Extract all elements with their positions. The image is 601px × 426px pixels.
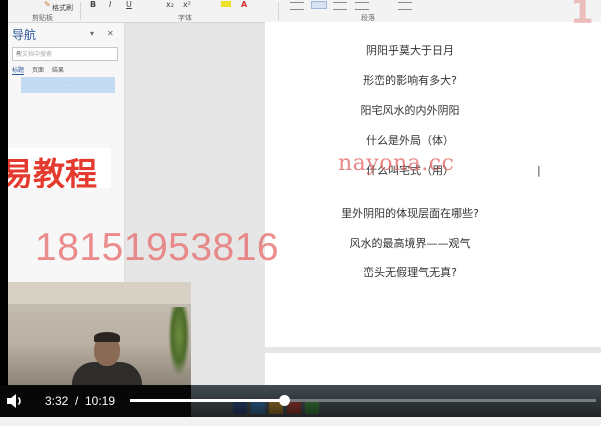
- video-player[interactable]: ✎ 格式刷 剪贴板 B I U x₂ x² A 字体 段落 导航 ▾ ✕ 搜文档…: [0, 0, 601, 426]
- nav-selected-heading[interactable]: ·: [21, 77, 115, 93]
- document-line: 什么是外局（体）: [366, 134, 454, 147]
- align-center-icon[interactable]: [311, 1, 327, 9]
- calligraphy-wall: [8, 282, 191, 304]
- progress-filled: [130, 399, 284, 402]
- tab-results[interactable]: 结果: [52, 67, 64, 74]
- page-bottom-strip: [0, 417, 601, 426]
- font-color-button[interactable]: A: [241, 0, 247, 9]
- format-painter-icon[interactable]: ✎: [44, 0, 51, 9]
- document-line: 阴阳乎莫大于日月: [366, 44, 454, 57]
- format-painter-label[interactable]: 格式刷: [52, 3, 73, 13]
- line-spacing-icon[interactable]: [398, 2, 412, 10]
- phone-number-overlay: 18151953816: [35, 226, 280, 269]
- presenter-hair: [94, 332, 120, 342]
- corner-overlay-text: 1: [570, 0, 594, 32]
- underline-button[interactable]: U: [126, 0, 132, 9]
- duration: 10:19: [85, 394, 116, 408]
- document-line: 形峦的影响有多大?: [363, 74, 457, 87]
- align-right-icon[interactable]: [333, 2, 347, 10]
- nav-options-icon[interactable]: ▾: [90, 29, 94, 38]
- close-icon[interactable]: ✕: [107, 29, 114, 38]
- plant-image: [168, 307, 190, 377]
- superscript-button[interactable]: x²: [183, 0, 191, 9]
- presenter-webcam: [8, 282, 191, 385]
- volume-icon[interactable]: [6, 393, 24, 409]
- nav-search-input[interactable]: 搜文档中搜索 ⌕: [12, 47, 118, 61]
- group-font-label: 字体: [178, 14, 192, 22]
- course-title-text: 易教程: [8, 155, 98, 188]
- subscript-button[interactable]: x₂: [166, 0, 174, 9]
- document-line: 风水的最高境界——观气: [349, 237, 471, 250]
- search-icon[interactable]: ⌕: [16, 48, 115, 58]
- document-line: 峦头无假理气无真?: [363, 266, 457, 279]
- ribbon-divider: [80, 2, 81, 20]
- letterbox-bar: [0, 0, 8, 385]
- ribbon-toolbar: ✎ 格式刷 剪贴板 B I U x₂ x² A 字体 段落: [8, 0, 601, 23]
- nav-tabs: 标题 页面 结果: [12, 65, 70, 75]
- align-left-icon[interactable]: [290, 2, 304, 10]
- nav-heading-marker: ·: [66, 80, 68, 87]
- document-page[interactable]: 阴阳乎莫大于日月 形峦的影响有多大? 阳宅风水的内外阴阳 什么是外局（体） 什么…: [265, 22, 601, 347]
- bold-button[interactable]: B: [90, 0, 96, 9]
- group-clipboard-label: 剪贴板: [32, 14, 53, 22]
- highlight-color-icon[interactable]: [221, 1, 231, 7]
- tab-pages[interactable]: 页面: [32, 67, 44, 74]
- ribbon-divider: [278, 2, 279, 20]
- site-watermark: nayona.cc: [338, 151, 455, 176]
- nav-pane-title: 导航: [12, 28, 37, 42]
- text-cursor-icon: |: [537, 164, 541, 177]
- justify-icon[interactable]: [355, 2, 369, 10]
- tab-headings[interactable]: 标题: [12, 67, 25, 75]
- document-line: 里外阴阳的体现层面在哪些?: [341, 207, 479, 220]
- current-time: 3:32: [45, 394, 69, 408]
- document-line: 阳宅风水的内外阴阳: [360, 104, 460, 117]
- progress-handle[interactable]: [279, 395, 290, 406]
- italic-button[interactable]: I: [109, 0, 111, 9]
- course-title-overlay: 易教程: [8, 148, 111, 188]
- time-separator: /: [75, 394, 79, 408]
- next-document-page[interactable]: [265, 353, 601, 385]
